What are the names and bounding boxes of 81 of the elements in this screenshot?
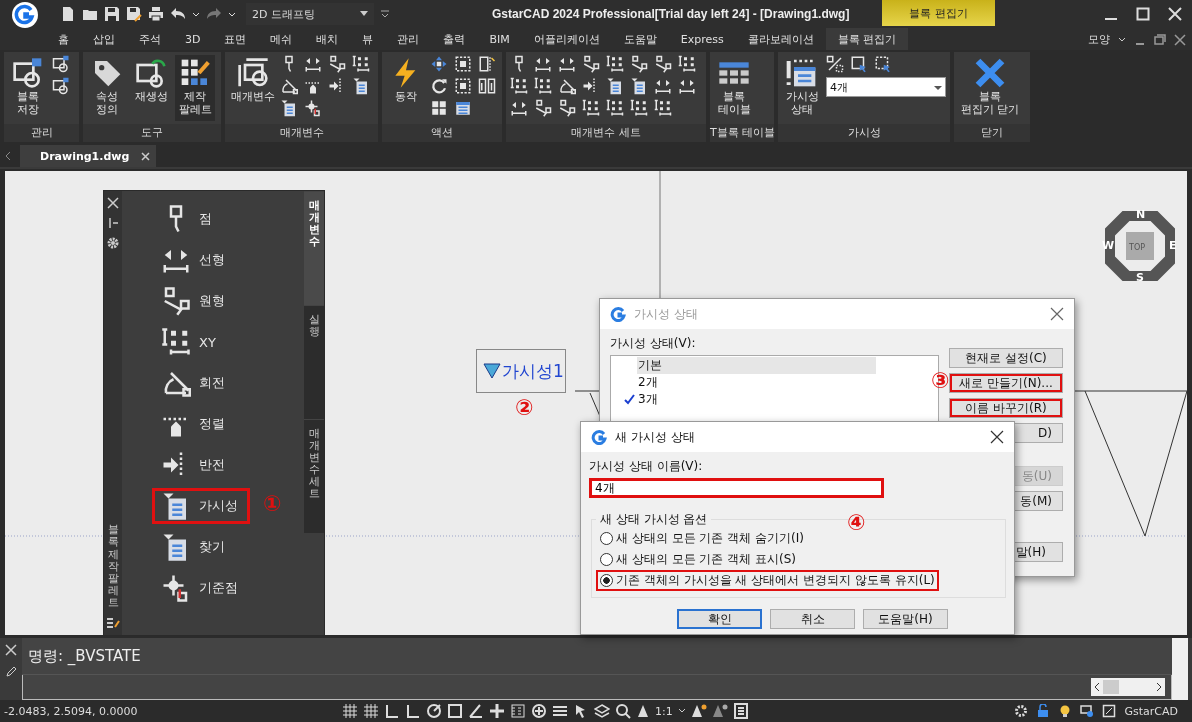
command-history-line: 명령: _BVSTATE xyxy=(28,646,141,666)
ribbon-tab[interactable]: 도움말 xyxy=(611,28,669,50)
ribbon-tab[interactable]: 표면 xyxy=(212,28,259,50)
dialog-button[interactable]: 이름 바꾸기(R) xyxy=(949,398,1063,418)
workspace-dropdown[interactable]: 2D 드래프팅 xyxy=(246,3,374,25)
palette-title: 블록 제작 팔레트 xyxy=(107,524,119,609)
ribbon-button[interactable]: 매개변수 xyxy=(229,55,276,121)
field-label: 가시성 상태 이름(V): xyxy=(589,458,704,475)
step-number: ④ xyxy=(847,512,866,534)
palette-tab[interactable]: 매개변수 xyxy=(304,191,324,305)
appearance-menu[interactable]: 모양 xyxy=(1088,32,1110,47)
ribbon-tab[interactable]: 3D xyxy=(173,28,213,50)
panel-title: 매개변수 세트 xyxy=(506,124,706,142)
panel-title: T블록 테이블 xyxy=(710,124,774,142)
dialog-title: 새 가시성 상태 xyxy=(615,428,695,446)
context-tab-label: 블록 편집기 xyxy=(882,0,995,26)
ribbon-button[interactable]: 재생성 xyxy=(131,55,171,121)
palette-tool[interactable]: 회전 xyxy=(152,365,250,401)
ribbon-button[interactable]: 블록 저장 xyxy=(8,55,48,121)
brand-label: GstarCAD xyxy=(1124,704,1178,718)
dialog-button[interactable]: 새로 만들기(N)... xyxy=(949,373,1063,393)
ribbon-tab[interactable]: 블록 편집기 xyxy=(825,28,909,50)
palette-tool[interactable]: 원형 xyxy=(152,283,250,319)
palette-tool[interactable]: 점 xyxy=(152,201,250,237)
ribbon-button[interactable]: 블록 편집기 닫기 xyxy=(958,55,1023,121)
window-title: GstarCAD 2024 Professional[Trial day left 24] - [Drawing1.dwg] xyxy=(492,7,850,21)
ribbon-tab[interactable]: 메쉬 xyxy=(258,28,305,50)
list-item[interactable]: 3개 xyxy=(611,391,938,408)
list-label: 가시성 상태(V): xyxy=(610,335,697,352)
ribbon-button[interactable]: 동작 xyxy=(386,55,426,121)
state-name-field[interactable]: 4개 xyxy=(589,478,884,498)
compass-label: S xyxy=(1136,272,1144,283)
ribbon-button[interactable]: 블록 테이블 xyxy=(714,55,754,121)
radio-option[interactable]: 새 상태의 모든 기존 객체 숨기기(I) xyxy=(596,528,808,549)
step-number: ① xyxy=(263,493,282,515)
radio-option[interactable]: 새 상태의 모든 기존 객체 표시(S) xyxy=(596,549,801,570)
ribbon-tab[interactable]: 삽입 xyxy=(81,28,127,50)
ribbon-tab[interactable]: 뷰 xyxy=(350,28,386,50)
panel-title: 매개변수 xyxy=(225,124,378,142)
panel-title: 가시성 xyxy=(778,124,950,142)
palette-tool[interactable]: 정렬 xyxy=(152,406,250,442)
ribbon-button[interactable]: 가시성 상태 xyxy=(782,55,822,121)
ribbon-tab[interactable]: 관리 xyxy=(385,28,432,50)
ribbon-tab[interactable]: BIM xyxy=(477,28,522,50)
palette-tab[interactable]: 실행 xyxy=(304,305,324,419)
panel-title: 관리 xyxy=(4,124,79,142)
visibility-parameter-label[interactable]: 가시성1 xyxy=(476,349,566,393)
ribbon-tab[interactable]: 출력 xyxy=(431,28,478,50)
palette-tool[interactable]: XY xyxy=(152,324,250,360)
ribbon-tab[interactable]: 어플리케이션 xyxy=(521,28,612,50)
panel-title: 닫기 xyxy=(954,124,1030,142)
palette-tool[interactable]: 선형 xyxy=(152,242,250,278)
ribbon-tab[interactable]: Express xyxy=(668,28,736,50)
palette-tool[interactable]: 기준점 xyxy=(152,570,250,606)
compass-label: N xyxy=(1136,209,1146,220)
panel-title: 도구 xyxy=(83,124,221,142)
dialog-title: 가시성 상태 xyxy=(634,305,698,323)
document-tab[interactable]: Drawing1.dwg xyxy=(20,145,157,167)
step-number: ③ xyxy=(931,370,950,392)
parameter-name: 가시성1 xyxy=(502,359,564,383)
ribbon-button[interactable]: 속성 정의 xyxy=(87,55,127,121)
ribbon-tab[interactable]: 홈 xyxy=(46,28,81,50)
palette-tool[interactable]: 반전 xyxy=(152,447,250,483)
radio-option[interactable]: 기존 객체의 가시성을 새 상태에서 변경되지 않도록 유지(L) xyxy=(596,570,939,591)
dialog-button[interactable]: 도움말(H) xyxy=(863,609,948,629)
dialog-button[interactable]: 취소 xyxy=(770,609,855,629)
ribbon-tab[interactable]: 배치 xyxy=(304,28,351,50)
ribbon-button[interactable]: 제작 팔레트 xyxy=(175,55,215,121)
coordinates-readout: -2.0483, 2.5094, 0.0000 xyxy=(4,704,139,718)
ribbon-tab[interactable]: 주석 xyxy=(127,28,173,50)
palette-tool[interactable]: 찾기 xyxy=(152,529,250,565)
group-label: 새 상태 가시성 옵션 xyxy=(599,511,709,528)
palette-tab[interactable]: 매개변수 세트 xyxy=(304,419,324,533)
visibility-state-dropdown[interactable]: 4개 xyxy=(826,77,946,97)
palette-tool[interactable]: 가시성 xyxy=(152,488,250,524)
panel-title: 액션 xyxy=(382,124,502,142)
dialog-button[interactable]: 현재로 설정(C) xyxy=(949,348,1063,368)
step-number: ② xyxy=(515,397,534,419)
annotation-scale[interactable]: 1:1 xyxy=(655,704,673,718)
dialog-button[interactable]: 확인 xyxy=(677,609,762,629)
ribbon-tab[interactable]: 콜라보레이션 xyxy=(735,28,826,50)
